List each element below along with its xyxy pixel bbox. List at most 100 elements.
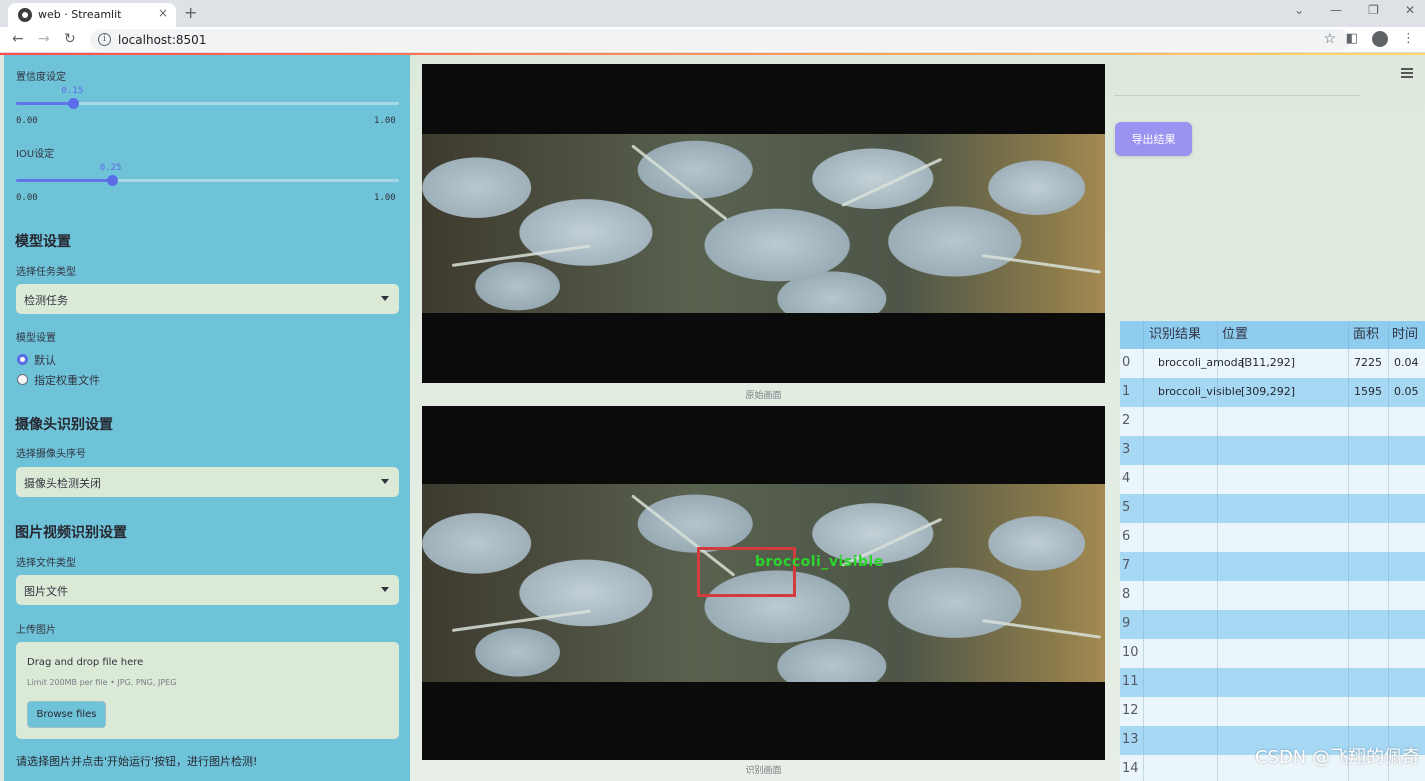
file-type-select[interactable]: 图片文件 [16, 575, 399, 605]
camera-index-value: 摄像头检测关闭 [24, 477, 101, 490]
export-results-button[interactable]: 导出结果 [1115, 122, 1192, 156]
new-tab-icon[interactable]: + [184, 3, 197, 22]
table-header-result[interactable]: 识别结果 [1149, 321, 1201, 349]
table-row[interactable]: 8 [1120, 581, 1425, 610]
table-cell-index: 12 [1122, 703, 1139, 718]
detection-label: broccoli_visible [755, 554, 884, 570]
chevron-down-icon[interactable]: ⌄ [1294, 3, 1304, 17]
table-cell-index: 4 [1122, 471, 1131, 486]
table-header: 识别结果 位置 面积 时间 [1120, 321, 1425, 349]
table-cell-index: 1 [1122, 384, 1131, 399]
streamlit-favicon-icon [18, 8, 32, 22]
confidence-slider-fill [16, 102, 74, 105]
confidence-slider-min: 0.00 [16, 116, 38, 126]
table-cell-index: 5 [1122, 500, 1131, 515]
bookmark-star-icon[interactable]: ☆ [1323, 31, 1336, 47]
table-cell-index: 9 [1122, 616, 1131, 631]
table-cell-time: 0.04 [1394, 356, 1419, 369]
task-type-label: 选择任务类型 [16, 267, 76, 278]
table-cell-index: 7 [1122, 558, 1131, 573]
close-tab-icon[interactable]: × [158, 6, 168, 20]
instruction-text: 请选择图片并点击'开始运行'按钮，进行图片检测! [16, 755, 258, 768]
table-cell-index: 6 [1122, 529, 1131, 544]
upload-limit-text: Limit 200MB per file • JPG, PNG, JPEG [27, 678, 177, 687]
address-bar[interactable]: i localhost:8501 ☆ [90, 29, 1350, 51]
table-cell-position: [311,292] [1241, 356, 1296, 369]
table-row[interactable]: 5 [1120, 494, 1425, 523]
toolbar-right: ◧ ⋮ [1346, 31, 1415, 47]
table-cell-index: 10 [1122, 645, 1139, 660]
table-row[interactable]: 10 [1120, 639, 1425, 668]
more-vert-icon[interactable]: ⋮ [1402, 31, 1415, 47]
media-settings-heading: 图片视频识别设置 [15, 525, 127, 541]
window-controls: ⌄ — ❐ ✕ [1294, 3, 1415, 17]
table-cell-index: 13 [1122, 732, 1139, 747]
task-type-value: 检测任务 [24, 294, 68, 307]
url-text[interactable]: localhost:8501 [118, 33, 206, 47]
table-row[interactable]: 12 [1120, 697, 1425, 726]
sidepanel-icon[interactable]: ◧ [1346, 31, 1358, 47]
table-row[interactable]: 1 broccoli_visible [309,292] 1595 0.05 [1120, 378, 1425, 407]
back-arrow-icon[interactable]: ← [12, 31, 24, 47]
task-type-select[interactable]: 检测任务 [16, 284, 399, 314]
table-header-position[interactable]: 位置 [1222, 321, 1248, 349]
table-header-time[interactable]: 时间 [1392, 321, 1418, 349]
table-row[interactable]: 6 [1120, 523, 1425, 552]
table-header-area[interactable]: 面积 [1353, 321, 1379, 349]
table-cell-index: 8 [1122, 587, 1131, 602]
table-row[interactable]: 0 broccoli_amodal [311,292] 7225 0.04 [1120, 349, 1425, 378]
chevron-down-icon [381, 479, 389, 484]
main-content: 原始画面 broccoli_visible 识别画面 导出结果 识别结果 位置 … [410, 55, 1425, 781]
camera-index-select[interactable]: 摄像头检测关闭 [16, 467, 399, 497]
original-image-frame [422, 64, 1105, 383]
radio-default[interactable] [17, 354, 28, 365]
table-cell-index: 14 [1122, 761, 1139, 776]
table-row[interactable]: 9 [1120, 610, 1425, 639]
hamburger-menu-icon[interactable] [1401, 68, 1413, 80]
sidebar: 置信度设定 0.15 0.00 1.00 IOU设定 0.25 0.00 1.0… [4, 55, 410, 781]
browser-tab[interactable]: web · Streamlit × [8, 3, 176, 27]
browser-toolbar: ← → ↻ i localhost:8501 ☆ ◧ ⋮ [0, 27, 1425, 53]
forward-arrow-icon[interactable]: → [38, 31, 50, 47]
camera-settings-heading: 摄像头识别设置 [15, 417, 113, 433]
profile-avatar-icon[interactable] [1372, 31, 1388, 47]
table-row[interactable]: 7 [1120, 552, 1425, 581]
confidence-label: 置信度设定 [16, 72, 66, 83]
model-config-label: 模型设置 [16, 333, 56, 344]
table-cell-time: 0.05 [1394, 385, 1419, 398]
reload-icon[interactable]: ↻ [64, 31, 76, 47]
radio-custom-weights[interactable] [17, 374, 28, 385]
radio-default-label[interactable]: 默认 [34, 352, 56, 368]
browse-files-button[interactable]: Browse files [27, 701, 106, 728]
confidence-slider-thumb[interactable] [68, 98, 80, 109]
original-image-caption: 原始画面 [745, 391, 782, 401]
iou-slider-track[interactable] [16, 175, 399, 186]
original-broccoli-image [422, 134, 1105, 313]
chevron-down-icon [381, 296, 389, 301]
confidence-slider-max: 1.00 [374, 116, 396, 126]
detection-image-frame: broccoli_visible [422, 406, 1105, 760]
camera-index-label: 选择摄像头序号 [16, 449, 86, 460]
detection-image-caption: 识别画面 [745, 766, 782, 776]
table-row[interactable]: 2 [1120, 407, 1425, 436]
table-row[interactable]: 3 [1120, 436, 1425, 465]
browser-tabbar: web · Streamlit × + ⌄ — ❐ ✕ [0, 0, 1425, 27]
file-type-value: 图片文件 [24, 585, 68, 598]
table-cell-index: 2 [1122, 413, 1131, 428]
table-row[interactable]: 4 [1120, 465, 1425, 494]
confidence-slider-track[interactable] [16, 98, 399, 109]
file-uploader-dropzone[interactable]: Drag and drop file here Limit 200MB per … [16, 642, 399, 739]
upload-dropzone-title: Drag and drop file here [27, 657, 144, 668]
restore-icon[interactable]: ❐ [1368, 3, 1379, 17]
chevron-down-icon [381, 587, 389, 592]
results-table[interactable]: 识别结果 位置 面积 时间 0 broccoli_amodal [311,292] 7… [1120, 321, 1425, 781]
minimize-icon[interactable]: — [1330, 3, 1342, 17]
iou-slider-min: 0.00 [16, 193, 38, 203]
radio-custom-weights-label[interactable]: 指定权重文件 [34, 372, 100, 388]
iou-slider-thumb[interactable] [106, 175, 118, 186]
info-icon[interactable]: i [98, 33, 111, 46]
table-cell-position: [309,292] [1241, 385, 1296, 398]
table-row[interactable]: 11 [1120, 668, 1425, 697]
close-window-icon[interactable]: ✕ [1405, 3, 1415, 17]
table-cell-index: 0 [1122, 355, 1131, 370]
